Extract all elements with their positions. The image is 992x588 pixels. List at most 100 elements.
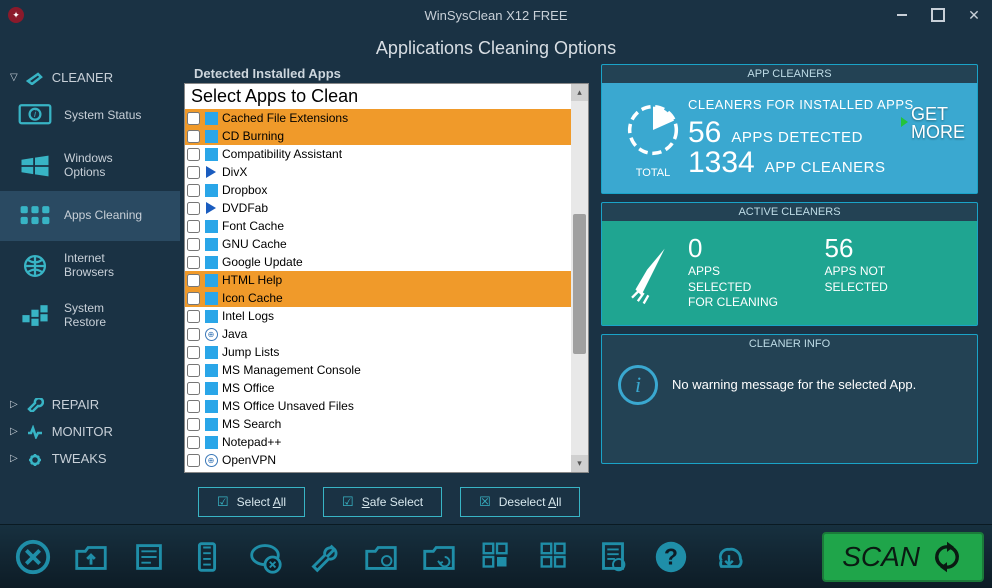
info-cards: APP CLEANERS TOTAL CLEANERS FOR INSTALLE…: [597, 64, 992, 524]
app-checkbox[interactable]: [187, 364, 200, 377]
app-row[interactable]: CD Burning: [185, 127, 571, 145]
minimize-button[interactable]: [884, 0, 920, 30]
gear-icon: [26, 452, 44, 466]
app-checkbox[interactable]: [187, 202, 200, 215]
sidebar-item-label: Apps Cleaning: [64, 209, 142, 223]
app-row[interactable]: Compatibility Assistant: [185, 145, 571, 163]
folder-restore-icon[interactable]: [414, 535, 464, 579]
sidebar-item-windows-options[interactable]: Windows Options: [0, 141, 180, 191]
app-checkbox[interactable]: [187, 418, 200, 431]
sidebar-item-apps-cleaning[interactable]: Apps Cleaning: [0, 191, 180, 241]
app-checkbox[interactable]: [187, 292, 200, 305]
cancel-icon[interactable]: [8, 535, 58, 579]
win-icon: [204, 183, 218, 197]
win-icon: [204, 291, 218, 305]
app-checkbox[interactable]: [187, 220, 200, 233]
arrow-right-icon: [887, 113, 909, 131]
scroll-down-button[interactable]: ▾: [571, 455, 588, 472]
scrollbar[interactable]: ▴ ▾: [571, 84, 588, 472]
app-checkbox[interactable]: [187, 256, 200, 269]
close-button[interactable]: [956, 0, 992, 30]
app-row[interactable]: Font Cache: [185, 217, 571, 235]
app-row[interactable]: HTML Help: [185, 271, 571, 289]
tools-icon[interactable]: [298, 535, 348, 579]
app-row[interactable]: ⊕OpenVPN: [185, 451, 571, 469]
sidebar-category-repair[interactable]: ▷REPAIR: [0, 391, 180, 418]
report-icon[interactable]: [588, 535, 638, 579]
get-more-button[interactable]: GET MORE: [911, 105, 965, 141]
sidebar-item-system-status[interactable]: i System Status: [0, 91, 180, 141]
help-icon[interactable]: ?: [646, 535, 696, 579]
app-row[interactable]: MS Search: [185, 415, 571, 433]
select-all-button[interactable]: ☑Select All: [198, 487, 305, 517]
globe-icon: ⊕: [204, 453, 218, 467]
sidebar-item-internet-browsers[interactable]: Internet Browsers: [0, 241, 180, 291]
registry-icon[interactable]: [124, 535, 174, 579]
app-checkbox[interactable]: [187, 274, 200, 287]
sidebar-category-cleaner[interactable]: ▽ CLEANER: [0, 64, 180, 91]
app-icon: ✦: [8, 7, 24, 23]
app-row[interactable]: Icon Cache: [185, 289, 571, 307]
scan-button[interactable]: SCAN: [822, 532, 984, 582]
safe-select-button[interactable]: ☑Safe Select: [323, 487, 442, 517]
apps-grid-icon[interactable]: [530, 535, 580, 579]
apps-save-icon[interactable]: [472, 535, 522, 579]
app-row[interactable]: Jump Lists: [185, 343, 571, 361]
app-checkbox[interactable]: [187, 382, 200, 395]
scroll-thumb[interactable]: [573, 214, 586, 354]
app-checkbox[interactable]: [187, 346, 200, 359]
sidebar-category-monitor[interactable]: ▷MONITOR: [0, 418, 180, 445]
app-name: Intel Logs: [222, 309, 274, 323]
app-checkbox[interactable]: [187, 166, 200, 179]
app-row[interactable]: GNU Cache: [185, 235, 571, 253]
win-icon: [204, 129, 218, 143]
card-title: APP CLEANERS: [602, 65, 977, 83]
app-row[interactable]: Cached File Extensions: [185, 109, 571, 127]
app-name: Compatibility Assistant: [222, 147, 342, 161]
apps-listbox[interactable]: Select Apps to Clean Cached File Extensi…: [184, 83, 589, 473]
card-active-cleaners: ACTIVE CLEANERS 0 APPS SELECTED FOR CLEA…: [601, 202, 978, 326]
apps-list-title: Select Apps to Clean: [185, 84, 571, 109]
memory-icon[interactable]: [182, 535, 232, 579]
app-row[interactable]: Intel Logs: [185, 307, 571, 325]
app-checkbox[interactable]: [187, 112, 200, 125]
app-checkbox[interactable]: [187, 310, 200, 323]
maximize-button[interactable]: [920, 0, 956, 30]
sidebar-category-tweaks[interactable]: ▷TWEAKS: [0, 445, 180, 472]
app-row[interactable]: Google Update: [185, 253, 571, 271]
deselect-all-button[interactable]: ☒Deselect All: [460, 487, 580, 517]
globe-icon: [16, 251, 54, 281]
app-row[interactable]: MS Office: [185, 379, 571, 397]
folder-settings-icon[interactable]: [356, 535, 406, 579]
cloud-download-icon[interactable]: [704, 535, 754, 579]
app-row[interactable]: DVDFab: [185, 199, 571, 217]
sidebar-item-label: Windows Options: [64, 152, 113, 180]
app-name: Cached File Extensions: [222, 111, 348, 125]
app-checkbox[interactable]: [187, 454, 200, 467]
app-checkbox[interactable]: [187, 238, 200, 251]
apps-detected-label: APPS DETECTED: [731, 129, 863, 146]
sidebar-item-system-restore[interactable]: System Restore: [0, 291, 180, 341]
app-checkbox[interactable]: [187, 436, 200, 449]
app-row[interactable]: MS Management Console: [185, 361, 571, 379]
app-row[interactable]: ⊕Java: [185, 325, 571, 343]
card-cleaner-info: CLEANER INFO i No warning message for th…: [601, 334, 978, 464]
app-row[interactable]: Dropbox: [185, 181, 571, 199]
sidebar-category-label: TWEAKS: [52, 451, 107, 466]
pulse-icon: [26, 425, 44, 439]
win-icon: [204, 219, 218, 233]
app-row[interactable]: MS Office Unsaved Files: [185, 397, 571, 415]
app-row[interactable]: Notepad++: [185, 433, 571, 451]
info-message: No warning message for the selected App.: [672, 377, 916, 392]
app-checkbox[interactable]: [187, 130, 200, 143]
app-checkbox[interactable]: [187, 184, 200, 197]
scroll-up-button[interactable]: ▴: [571, 84, 588, 101]
folder-up-icon[interactable]: [66, 535, 116, 579]
app-checkbox[interactable]: [187, 148, 200, 161]
app-checkbox[interactable]: [187, 328, 200, 341]
restore-icon: [16, 301, 54, 331]
disk-cancel-icon[interactable]: [240, 535, 290, 579]
bottom-toolbar: ? SCAN: [0, 524, 992, 588]
app-row[interactable]: DivX: [185, 163, 571, 181]
app-checkbox[interactable]: [187, 400, 200, 413]
